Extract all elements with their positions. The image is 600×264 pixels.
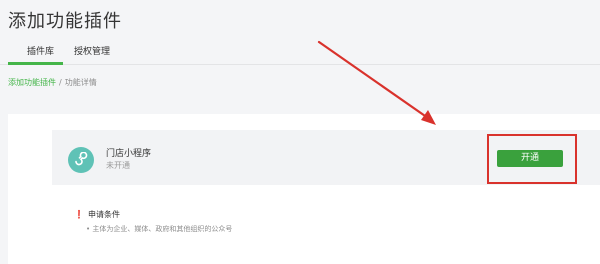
annotation-arrow — [317, 40, 436, 125]
